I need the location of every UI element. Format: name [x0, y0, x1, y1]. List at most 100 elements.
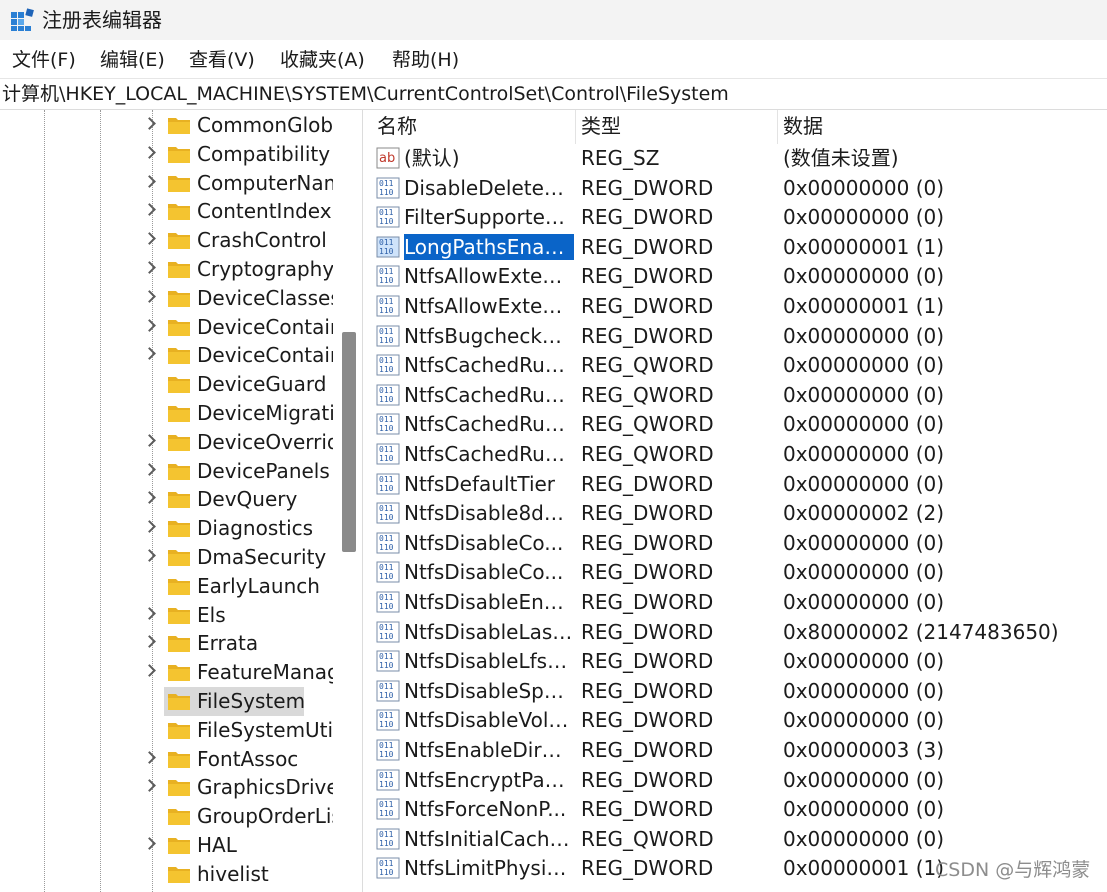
value-row[interactable]: 011 110 LongPathsEnabl... REG_DWORD 0x000000…	[369, 232, 1107, 263]
chevron-right-icon[interactable]	[143, 664, 156, 678]
value-row[interactable]: 011 110 NtfsDefaultTier REG_DWORD 0x00000000…	[369, 470, 1107, 500]
tree-item-label: DeviceClasses	[197, 285, 333, 310]
value-row[interactable]: 011 110 NtfsDisableLfsD... REG_DWORD 0x00000…	[369, 647, 1107, 677]
key-tree-pane[interactable]: CommonGlobU Compatibility ComputerNam Conte…	[0, 110, 360, 892]
column-header-type[interactable]: 类型	[581, 113, 621, 139]
tree-item[interactable]: FeatureManag	[140, 658, 340, 687]
tree-item[interactable]: FontAssoc	[140, 745, 340, 774]
menu-help[interactable]: 帮助(H)	[392, 48, 459, 72]
tree-item[interactable]: Diagnostics	[140, 514, 340, 543]
chevron-right-icon[interactable]	[143, 203, 156, 217]
tree-item[interactable]: EarlyLaunch	[140, 572, 340, 601]
chevron-right-icon[interactable]	[143, 174, 156, 188]
value-row[interactable]: 011 110 NtfsDisableCo... REG_DWORD 0x0000000…	[369, 558, 1107, 588]
menu-edit[interactable]: 编辑(E)	[100, 48, 165, 72]
chevron-right-icon[interactable]	[143, 433, 156, 447]
chevron-right-icon[interactable]	[143, 318, 156, 332]
menu-favorites[interactable]: 收藏夹(A)	[280, 48, 365, 72]
chevron-right-icon[interactable]	[143, 606, 156, 620]
tree-item[interactable]: GroupOrderLis	[140, 802, 340, 831]
value-row[interactable]: 011 110 NtfsDisableVols... REG_DWORD 0x00000…	[369, 706, 1107, 736]
tree-item[interactable]: HAL	[140, 831, 340, 860]
value-name: (默认)	[404, 146, 460, 170]
chevron-right-icon[interactable]	[143, 261, 156, 274]
tree-item[interactable]: FileSystem	[140, 687, 340, 716]
tree-item[interactable]: Errata	[140, 629, 340, 658]
chevron-right-icon[interactable]	[143, 750, 156, 764]
value-row[interactable]: 011 110 NtfsDisableEncr... REG_DWORD 0x00000…	[369, 588, 1107, 618]
value-row[interactable]: 011 110 NtfsCachedRun... REG_QWORD 0x0000000…	[369, 381, 1107, 411]
value-row[interactable]: 011 110 NtfsDisableSpo... REG_DWORD 0x000000…	[369, 677, 1107, 707]
binary-value-icon: 011110	[376, 857, 400, 879]
values-list-pane[interactable]: 名称 类型 数据 ab (默认) REG_SZ (数值未设置) 011 110 Disabl…	[369, 110, 1107, 892]
value-row[interactable]: 011 110 NtfsInitialCache... REG_QWORD 0x0000…	[369, 825, 1107, 855]
tree-item[interactable]: FileSystemUtil	[140, 716, 340, 745]
chevron-right-icon[interactable]	[143, 347, 156, 361]
tree-item[interactable]: GraphicsDriver	[140, 773, 340, 802]
value-row[interactable]: ab (默认) REG_SZ (数值未设置)	[369, 144, 1107, 174]
chevron-right-icon[interactable]	[143, 635, 156, 649]
tree-item[interactable]: DeviceOverrid	[140, 428, 340, 457]
tree-item[interactable]: DeviceContain	[140, 313, 340, 342]
tree-item[interactable]: DevQuery	[140, 485, 340, 514]
value-row[interactable]: 011 110 NtfsEncryptPag... REG_DWORD 0x000000…	[369, 766, 1107, 796]
value-row[interactable]: 011 110 NtfsDisable8do... REG_DWORD 0x000000…	[369, 499, 1107, 529]
tree-item-label: GraphicsDriver	[197, 775, 333, 800]
address-path[interactable]: 计算机\HKEY_LOCAL_MACHINE\SYSTEM\CurrentCon…	[2, 82, 729, 106]
value-row[interactable]: 011 110 NtfsCachedRun... REG_QWORD 0x0000000…	[369, 410, 1107, 440]
value-row[interactable]: 011 110 NtfsForceNonP... REG_DWORD 0x0000000…	[369, 795, 1107, 825]
tree-item[interactable]: DmaSecurity	[140, 543, 340, 572]
chevron-right-icon[interactable]	[143, 117, 156, 130]
chevron-right-icon[interactable]	[143, 232, 156, 246]
folder-icon	[168, 290, 190, 307]
tree-item[interactable]: DeviceGuard	[140, 370, 340, 399]
value-row[interactable]: 011 110 NtfsEnableDirC... REG_DWORD 0x000000…	[369, 736, 1107, 766]
value-type: REG_DWORD	[581, 560, 714, 585]
chevron-right-icon[interactable]	[143, 145, 156, 159]
value-row[interactable]: 011 110 NtfsDisableLast... REG_DWORD 0x80000…	[369, 618, 1107, 648]
tree-item[interactable]: DeviceContain	[140, 341, 340, 370]
chevron-right-icon[interactable]	[143, 837, 156, 850]
value-row[interactable]: 011 110 DisableDeleteN... REG_DWORD 0x000000…	[369, 174, 1107, 204]
title-bar: 注册表编辑器	[0, 0, 1107, 40]
tree-item[interactable]: DevicePanels	[140, 457, 340, 486]
chevron-right-icon[interactable]	[143, 289, 156, 303]
column-header-name[interactable]: 名称	[377, 113, 417, 139]
menu-file[interactable]: 文件(F)	[12, 48, 76, 72]
chevron-right-icon[interactable]	[143, 520, 156, 534]
value-name: NtfsDisableCo...	[404, 560, 564, 585]
value-row[interactable]: 011 110 NtfsBugcheckO... REG_DWORD 0x0000000…	[369, 322, 1107, 352]
column-divider[interactable]	[575, 110, 576, 144]
tree-item[interactable]: Compatibility	[140, 140, 340, 169]
value-name: NtfsDisableVols...	[404, 708, 574, 733]
value-row[interactable]: 011 110 NtfsAllowExten... REG_DWORD 0x000000…	[369, 292, 1107, 322]
tree-item[interactable]: ContentIndex	[140, 197, 340, 226]
value-row[interactable]: 011 110 NtfsCachedRun... REG_QWORD 0x0000000…	[369, 440, 1107, 470]
chevron-right-icon[interactable]	[143, 462, 156, 476]
chevron-right-icon[interactable]	[143, 549, 156, 562]
chevron-right-icon[interactable]	[143, 491, 156, 505]
svg-text:011: 011	[379, 652, 394, 661]
value-row[interactable]: 011 110 NtfsCachedRun... REG_QWORD 0x0000000…	[369, 351, 1107, 381]
value-type: REG_DWORD	[581, 797, 714, 822]
tree-item[interactable]: Cryptography	[140, 255, 340, 284]
svg-text:110: 110	[379, 365, 394, 374]
menu-view[interactable]: 查看(V)	[189, 48, 255, 72]
value-row[interactable]: 011 110 NtfsAllowExten... REG_DWORD 0x000000…	[369, 262, 1107, 292]
tree-item[interactable]: DeviceMigratic	[140, 399, 340, 428]
tree-scrollbar-thumb[interactable]	[342, 332, 356, 552]
tree-item[interactable]: ComputerNam	[140, 169, 340, 198]
column-divider[interactable]	[777, 110, 778, 144]
address-bar[interactable]: 计算机\HKEY_LOCAL_MACHINE\SYSTEM\CurrentCon…	[0, 79, 1107, 110]
column-header-data[interactable]: 数据	[783, 113, 823, 139]
tree-item[interactable]: CommonGlobU	[140, 111, 340, 140]
value-data: 0x00000000 (0)	[783, 175, 945, 200]
value-row[interactable]: 011 110 FilterSupported... REG_DWORD 0x00000…	[369, 203, 1107, 233]
tree-item[interactable]: hivelist	[140, 860, 340, 889]
chevron-right-icon[interactable]	[143, 779, 156, 793]
tree-item[interactable]: Els	[140, 601, 340, 630]
tree-item[interactable]: DeviceClasses	[140, 284, 340, 313]
tree-item[interactable]: CrashControl	[140, 226, 340, 255]
value-row[interactable]: 011 110 NtfsDisableCo... REG_DWORD 0x0000000…	[369, 529, 1107, 559]
svg-text:011: 011	[379, 711, 394, 720]
